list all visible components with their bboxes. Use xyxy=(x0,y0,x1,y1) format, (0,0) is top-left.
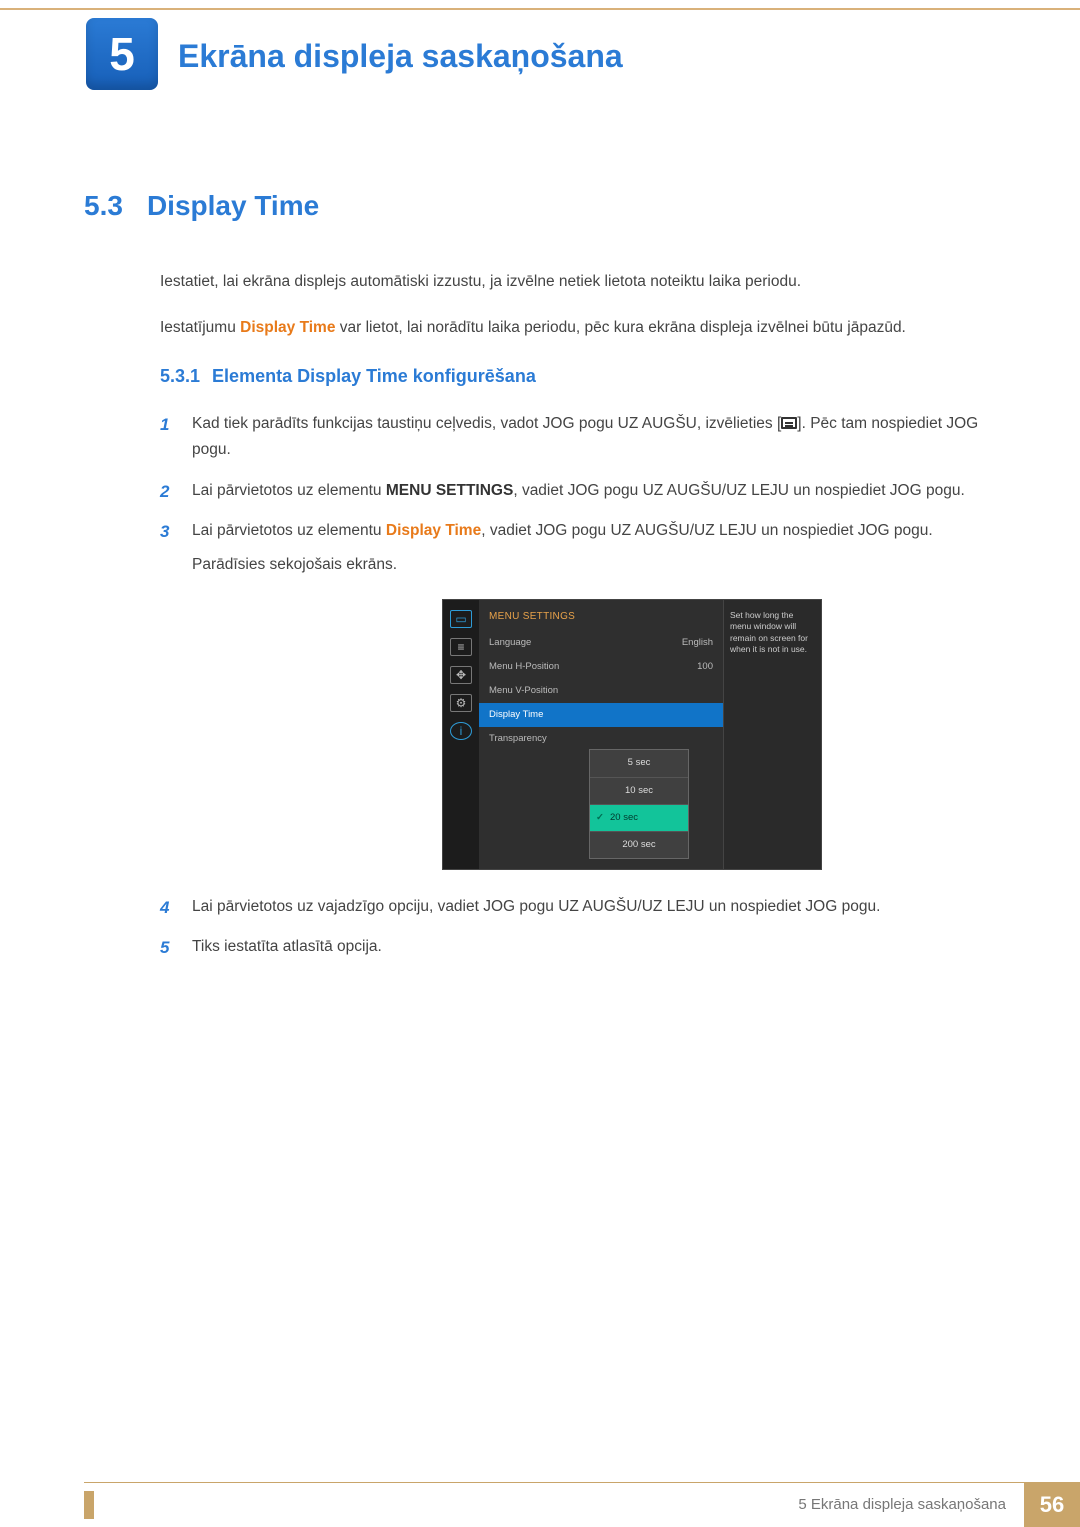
step-2: 2 Lai pārvietotos uz elementu MENU SETTI… xyxy=(160,478,994,504)
osd-option-selected: 20 sec xyxy=(590,805,688,832)
step-number: 1 xyxy=(160,411,169,440)
section-number: 5.3 xyxy=(84,190,123,221)
step-number: 2 xyxy=(160,478,169,507)
osd-row-v-position: Menu V-Position xyxy=(479,679,723,703)
step-number: 3 xyxy=(160,518,169,547)
step-1: 1 Kad tiek parādīts funkcijas taustiņu c… xyxy=(160,411,994,464)
osd-title: MENU SETTINGS xyxy=(479,608,723,631)
footer-rule xyxy=(84,1482,1080,1483)
subsection-number: 5.3.1 xyxy=(160,366,200,386)
subsection-heading: 5.3.1 Elementa Display Time konfigurēšana xyxy=(160,366,994,387)
osd-option: 10 sec xyxy=(590,778,688,805)
osd-side-help: Set how long the menu window will remain… xyxy=(723,600,821,869)
osd-dropdown: 5 sec 10 sec 20 sec 200 sec xyxy=(589,749,689,859)
menu-icon xyxy=(781,417,797,429)
subsection-title: Elementa Display Time konfigurēšana xyxy=(212,366,536,386)
footer-chapter-label: 5 Ekrāna displeja saskaņošana xyxy=(798,1496,1006,1513)
list-icon: ≡ xyxy=(450,638,472,656)
chapter-number-badge: 5 xyxy=(86,18,158,90)
header-rule xyxy=(0,8,1080,10)
osd-row-display-time: Display Time xyxy=(479,703,723,727)
chapter-title: Ekrāna displeja saskaņošana xyxy=(178,38,623,75)
osd-panel: ▭ ≡ ✥ ⚙ i MENU SETTINGS LanguageEnglish … xyxy=(442,599,822,870)
page-footer: 5 Ekrāna displeja saskaņošana 56 xyxy=(0,1483,1080,1527)
osd-icon-column: ▭ ≡ ✥ ⚙ i xyxy=(443,600,479,869)
osd-row-language: LanguageEnglish xyxy=(479,631,723,655)
page-number: 56 xyxy=(1024,1483,1080,1527)
osd-row-transparency: Transparency xyxy=(479,727,723,751)
info-icon: i xyxy=(450,722,472,740)
gear-icon: ⚙ xyxy=(450,694,472,712)
monitor-icon: ▭ xyxy=(450,610,472,628)
section-title: Display Time xyxy=(147,190,319,221)
step-3: 3 Lai pārvietotos uz elementu Display Ti… xyxy=(160,518,994,870)
section-heading: 5.3 Display Time xyxy=(84,190,994,222)
footer-accent xyxy=(84,1491,94,1519)
intro-paragraph-2: Iestatījumu Display Time var lietot, lai… xyxy=(160,316,994,340)
osd-option: 200 sec xyxy=(590,832,688,858)
intro-paragraph-1: Iestatiet, lai ekrāna displejs automātis… xyxy=(160,270,994,294)
osd-option: 5 sec xyxy=(590,750,688,777)
step-4: 4 Lai pārvietotos uz vajadzīgo opciju, v… xyxy=(160,894,994,920)
osd-main: MENU SETTINGS LanguageEnglish Menu H-Pos… xyxy=(479,600,723,869)
move-icon: ✥ xyxy=(450,666,472,684)
step-number: 4 xyxy=(160,894,169,923)
step-5: 5 Tiks iestatīta atlasītā opcija. xyxy=(160,934,994,960)
osd-row-h-position: Menu H-Position100 xyxy=(479,655,723,679)
step-number: 5 xyxy=(160,934,169,963)
